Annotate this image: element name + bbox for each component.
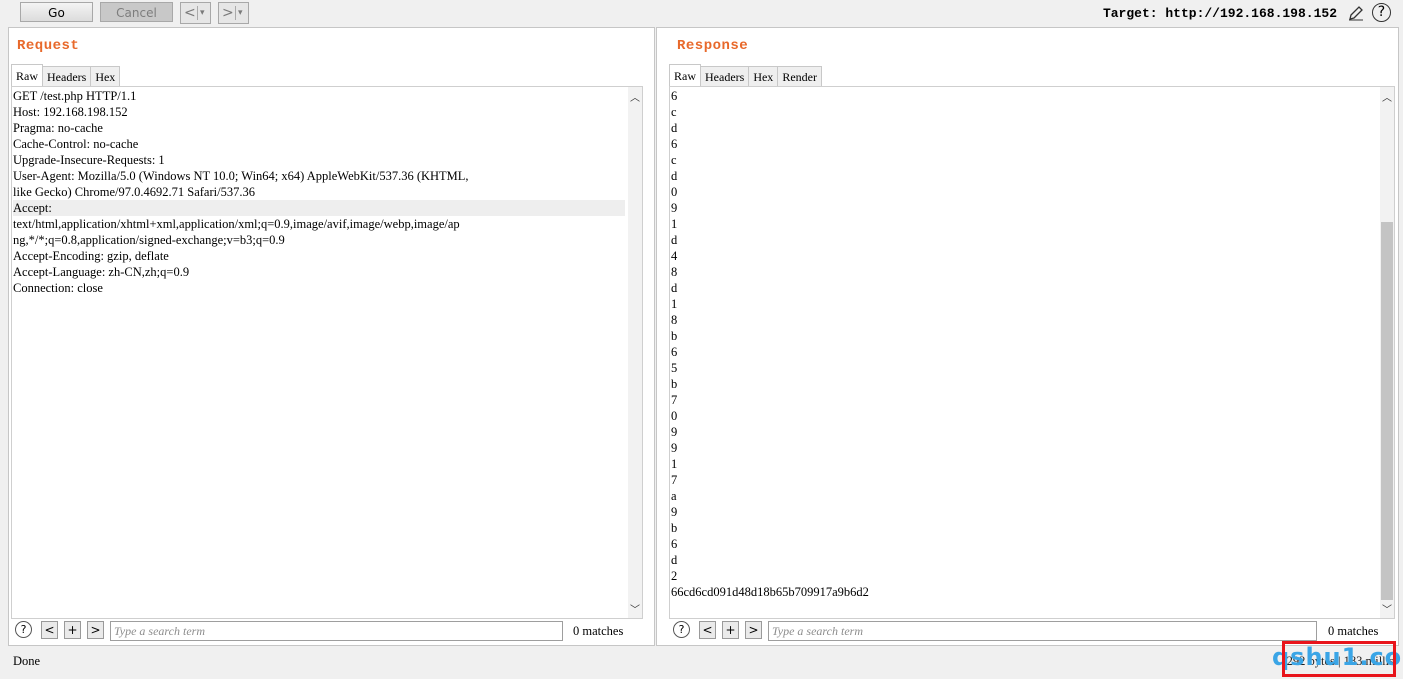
chevron-down-icon: ▾ bbox=[238, 8, 243, 18]
text-line: 9 bbox=[671, 505, 678, 519]
previous-match-button[interactable]: < bbox=[41, 621, 58, 639]
text-line: 9 bbox=[671, 425, 678, 439]
highlight-box bbox=[1282, 641, 1396, 677]
target-label: Target: http://192.168.198.152 bbox=[1102, 6, 1337, 21]
request-title: Request bbox=[17, 38, 80, 54]
add-search-button[interactable]: + bbox=[722, 621, 739, 639]
help-icon[interactable]: ? bbox=[1372, 3, 1391, 22]
tab-hex[interactable]: Hex bbox=[748, 66, 779, 86]
response-text: 6 c d 6 c d 0 9 1 d 4 8 d 1 8 b 6 5 b 7 0 9 9 1 7 a 9 b 6 d 2 66cd6cd09… bbox=[671, 88, 1377, 600]
pencil-edit-icon[interactable] bbox=[1347, 4, 1365, 22]
text-line: 6 bbox=[671, 537, 678, 551]
text-line: 5 bbox=[671, 361, 678, 375]
status-text: Done bbox=[13, 654, 41, 668]
response-match-count: 0 matches bbox=[1328, 624, 1379, 638]
text-line: Accept: bbox=[13, 200, 625, 216]
chevron-up-icon[interactable]: ︿ bbox=[1382, 89, 1392, 104]
request-search-bar: ? < + > Type a search term 0 matches bbox=[11, 621, 651, 645]
request-scrollbar[interactable]: ︿ ﹀ bbox=[628, 87, 642, 618]
text-line: 7 bbox=[671, 393, 678, 407]
text-line: 6 bbox=[671, 345, 678, 359]
cancel-button[interactable]: Cancel bbox=[100, 2, 173, 22]
status-bar: Done 292 bytes | 183 millis bbox=[0, 646, 1403, 679]
scrollbar-thumb[interactable] bbox=[1381, 222, 1393, 600]
forward-arrow-icon: > bbox=[222, 5, 234, 21]
text-line: 1 bbox=[671, 217, 678, 231]
next-match-button[interactable]: > bbox=[745, 621, 762, 639]
text-line: 7 bbox=[671, 473, 678, 487]
help-icon[interactable]: ? bbox=[673, 621, 690, 638]
text-line: 8 bbox=[671, 313, 678, 327]
text-line: 6 bbox=[671, 137, 678, 151]
response-panel: Response Raw Headers Hex Render 6cd6cd091d4… bbox=[656, 27, 1399, 646]
text-line: 4 bbox=[671, 249, 678, 263]
go-button[interactable]: Go bbox=[20, 2, 93, 22]
request-panel: Request Raw Headers Hex GET /test.php HTTP… bbox=[8, 27, 655, 646]
text-line: User-Agent: Mozilla/5.0 (Windows NT 10.0… bbox=[13, 169, 469, 183]
text-line: Pragma: no-cache bbox=[13, 121, 103, 135]
previous-match-button[interactable]: < bbox=[699, 621, 716, 639]
request-text: GET /test.php HTTP/1.1 Host: 192.168.198.… bbox=[13, 88, 625, 296]
text-line: c bbox=[671, 153, 677, 167]
text-line: b bbox=[671, 377, 678, 391]
text-line: d bbox=[671, 281, 678, 295]
text-line: ng,*/*;q=0.8,application/signed-exchange… bbox=[13, 233, 285, 247]
text-line: 1 bbox=[671, 457, 678, 471]
text-line: text/html,application/xhtml+xml,applicat… bbox=[13, 217, 460, 231]
text-line: 6 bbox=[671, 89, 678, 103]
response-title: Response bbox=[677, 38, 749, 54]
text-line: Upgrade-Insecure-Requests: 1 bbox=[13, 153, 165, 167]
chevron-up-icon[interactable]: ︿ bbox=[630, 89, 640, 104]
text-line: d bbox=[671, 553, 678, 567]
text-line: Host: 192.168.198.152 bbox=[13, 105, 128, 119]
tab-hex[interactable]: Hex bbox=[90, 66, 121, 86]
text-line: Accept-Encoding: gzip, deflate bbox=[13, 249, 169, 263]
next-match-button[interactable]: > bbox=[87, 621, 104, 639]
response-scrollbar[interactable]: ︿ ﹀ bbox=[1380, 87, 1394, 618]
text-line: 0 bbox=[671, 409, 678, 423]
chevron-down-icon[interactable]: ﹀ bbox=[1382, 601, 1392, 616]
tab-render[interactable]: Render bbox=[777, 66, 822, 86]
request-tabs: Raw Headers Hex bbox=[11, 64, 121, 86]
chevron-down-icon: ▾ bbox=[200, 8, 205, 18]
text-line: b bbox=[671, 521, 678, 535]
response-tabs: Raw Headers Hex Render bbox=[669, 64, 822, 86]
text-line: 8 bbox=[671, 265, 678, 279]
tab-headers[interactable]: Headers bbox=[42, 66, 92, 86]
text-line: 9 bbox=[671, 441, 678, 455]
forward-history-button[interactable]: > ▾ bbox=[218, 2, 249, 24]
tab-headers[interactable]: Headers bbox=[700, 66, 750, 86]
text-line: GET /test.php HTTP/1.1 bbox=[13, 89, 137, 103]
request-match-count: 0 matches bbox=[573, 624, 624, 638]
response-search-input[interactable]: Type a search term bbox=[768, 621, 1317, 641]
add-search-button[interactable]: + bbox=[64, 621, 81, 639]
response-editor[interactable]: 6 c d 6 c d 0 9 1 d 4 8 d 1 8 b 6 5 b 7 0 9 9 1 7 a 9 b 6 d 2 66cd6cd09… bbox=[669, 86, 1395, 619]
text-line: b bbox=[671, 329, 678, 343]
text-line: 0 bbox=[671, 185, 678, 199]
text-line: d bbox=[671, 169, 678, 183]
chevron-down-icon[interactable]: ﹀ bbox=[630, 601, 640, 616]
tab-raw[interactable]: Raw bbox=[669, 64, 701, 86]
text-line: 2 bbox=[671, 569, 678, 583]
text-line: 1 bbox=[671, 297, 678, 311]
text-line: a bbox=[671, 489, 677, 503]
back-arrow-icon: < bbox=[184, 5, 196, 21]
request-search-input[interactable]: Type a search term bbox=[110, 621, 563, 641]
tab-raw[interactable]: Raw bbox=[11, 64, 43, 86]
text-line: d bbox=[671, 121, 678, 135]
text-line: 66cd6cd091d48d18b65b709917a9b6d2 bbox=[671, 585, 869, 599]
back-history-button[interactable]: < ▾ bbox=[180, 2, 211, 24]
text-line: Cache-Control: no-cache bbox=[13, 137, 139, 151]
text-line: like Gecko) Chrome/97.0.4692.71 Safari/5… bbox=[13, 185, 255, 199]
text-line: 9 bbox=[671, 201, 678, 215]
text-line: c bbox=[671, 105, 677, 119]
text-line: Connection: close bbox=[13, 281, 103, 295]
request-editor[interactable]: GET /test.php HTTP/1.1 Host: 192.168.198.… bbox=[11, 86, 643, 619]
text-line: Accept-Language: zh-CN,zh;q=0.9 bbox=[13, 265, 190, 279]
help-icon[interactable]: ? bbox=[15, 621, 32, 638]
text-line: d bbox=[671, 233, 678, 247]
top-toolbar: Go Cancel < ▾ > ▾ Target: http://192.168… bbox=[0, 0, 1403, 27]
